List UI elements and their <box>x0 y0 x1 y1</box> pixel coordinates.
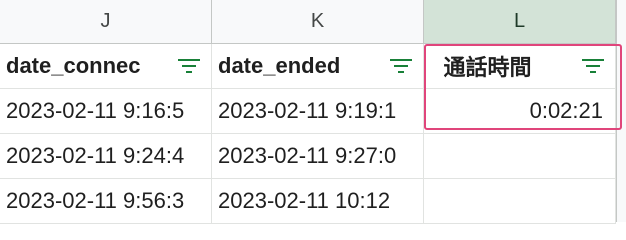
table-cell[interactable]: 2023-02-11 10:12 <box>212 179 424 224</box>
table-cell[interactable]: 2023-02-11 9:24:4 <box>0 134 212 179</box>
table-cell[interactable]: 0:02:21 <box>424 89 616 134</box>
column-letter-k: K <box>310 10 325 32</box>
filter-icon[interactable] <box>581 57 605 75</box>
table-cell[interactable]: 2023-02-11 9:16:5 <box>0 89 212 134</box>
header-label: date_connec <box>6 53 141 78</box>
header-label: date_ended <box>218 53 341 78</box>
column-header-j[interactable]: J <box>0 0 212 44</box>
column-letter-j: J <box>100 10 111 32</box>
header-label: 通話時間 <box>443 55 532 80</box>
table-cell[interactable]: 2023-02-11 9:19:1 <box>212 89 424 134</box>
header-cell-call-duration[interactable]: 通話時間 <box>424 44 616 89</box>
column-header-l[interactable]: L <box>424 0 616 44</box>
spreadsheet-grid: J K L date_connec date_ended 通話時間 2023-0… <box>0 0 626 224</box>
table-cell[interactable] <box>424 179 616 224</box>
header-cell-date-connec[interactable]: date_connec <box>0 44 212 89</box>
filter-icon[interactable] <box>389 57 413 75</box>
next-column-edge <box>616 0 626 222</box>
table-cell[interactable]: 2023-02-11 9:56:3 <box>0 179 212 224</box>
header-cell-date-ended[interactable]: date_ended <box>212 44 424 89</box>
column-header-k[interactable]: K <box>212 0 424 44</box>
filter-icon[interactable] <box>177 57 201 75</box>
column-letter-l: L <box>513 10 526 32</box>
table-cell[interactable] <box>424 134 616 179</box>
table-cell[interactable]: 2023-02-11 9:27:0 <box>212 134 424 179</box>
